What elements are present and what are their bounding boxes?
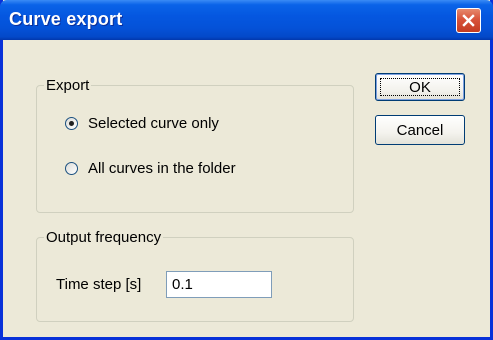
close-button[interactable] bbox=[456, 8, 481, 33]
curve-export-dialog: Curve export Export Selected curve only … bbox=[0, 0, 493, 340]
cancel-button-label: Cancel bbox=[396, 121, 444, 139]
radio-all-curves-in-folder[interactable]: All curves in the folder bbox=[65, 160, 236, 177]
radio-selected-curve-only[interactable]: Selected curve only bbox=[65, 115, 219, 132]
radio-button-checked[interactable] bbox=[65, 117, 78, 130]
cancel-button[interactable]: Cancel bbox=[375, 115, 465, 145]
ok-button[interactable]: OK bbox=[375, 73, 465, 101]
close-icon bbox=[461, 13, 476, 28]
export-group-legend: Export bbox=[44, 77, 92, 94]
title-bar[interactable]: Curve export bbox=[0, 0, 493, 40]
window-title: Curve export bbox=[9, 9, 123, 29]
export-group: Export Selected curve only All curves in… bbox=[36, 77, 354, 213]
focus-rectangle bbox=[380, 78, 460, 96]
radio-label-selected-curve-only: Selected curve only bbox=[88, 115, 219, 132]
output-frequency-legend: Output frequency bbox=[44, 229, 164, 246]
output-frequency-group: Output frequency Time step [s] bbox=[36, 229, 354, 322]
radio-button-unchecked[interactable] bbox=[65, 162, 78, 175]
radio-label-all-curves: All curves in the folder bbox=[88, 160, 236, 177]
time-step-label: Time step [s] bbox=[56, 276, 142, 293]
time-step-input[interactable] bbox=[166, 271, 272, 298]
